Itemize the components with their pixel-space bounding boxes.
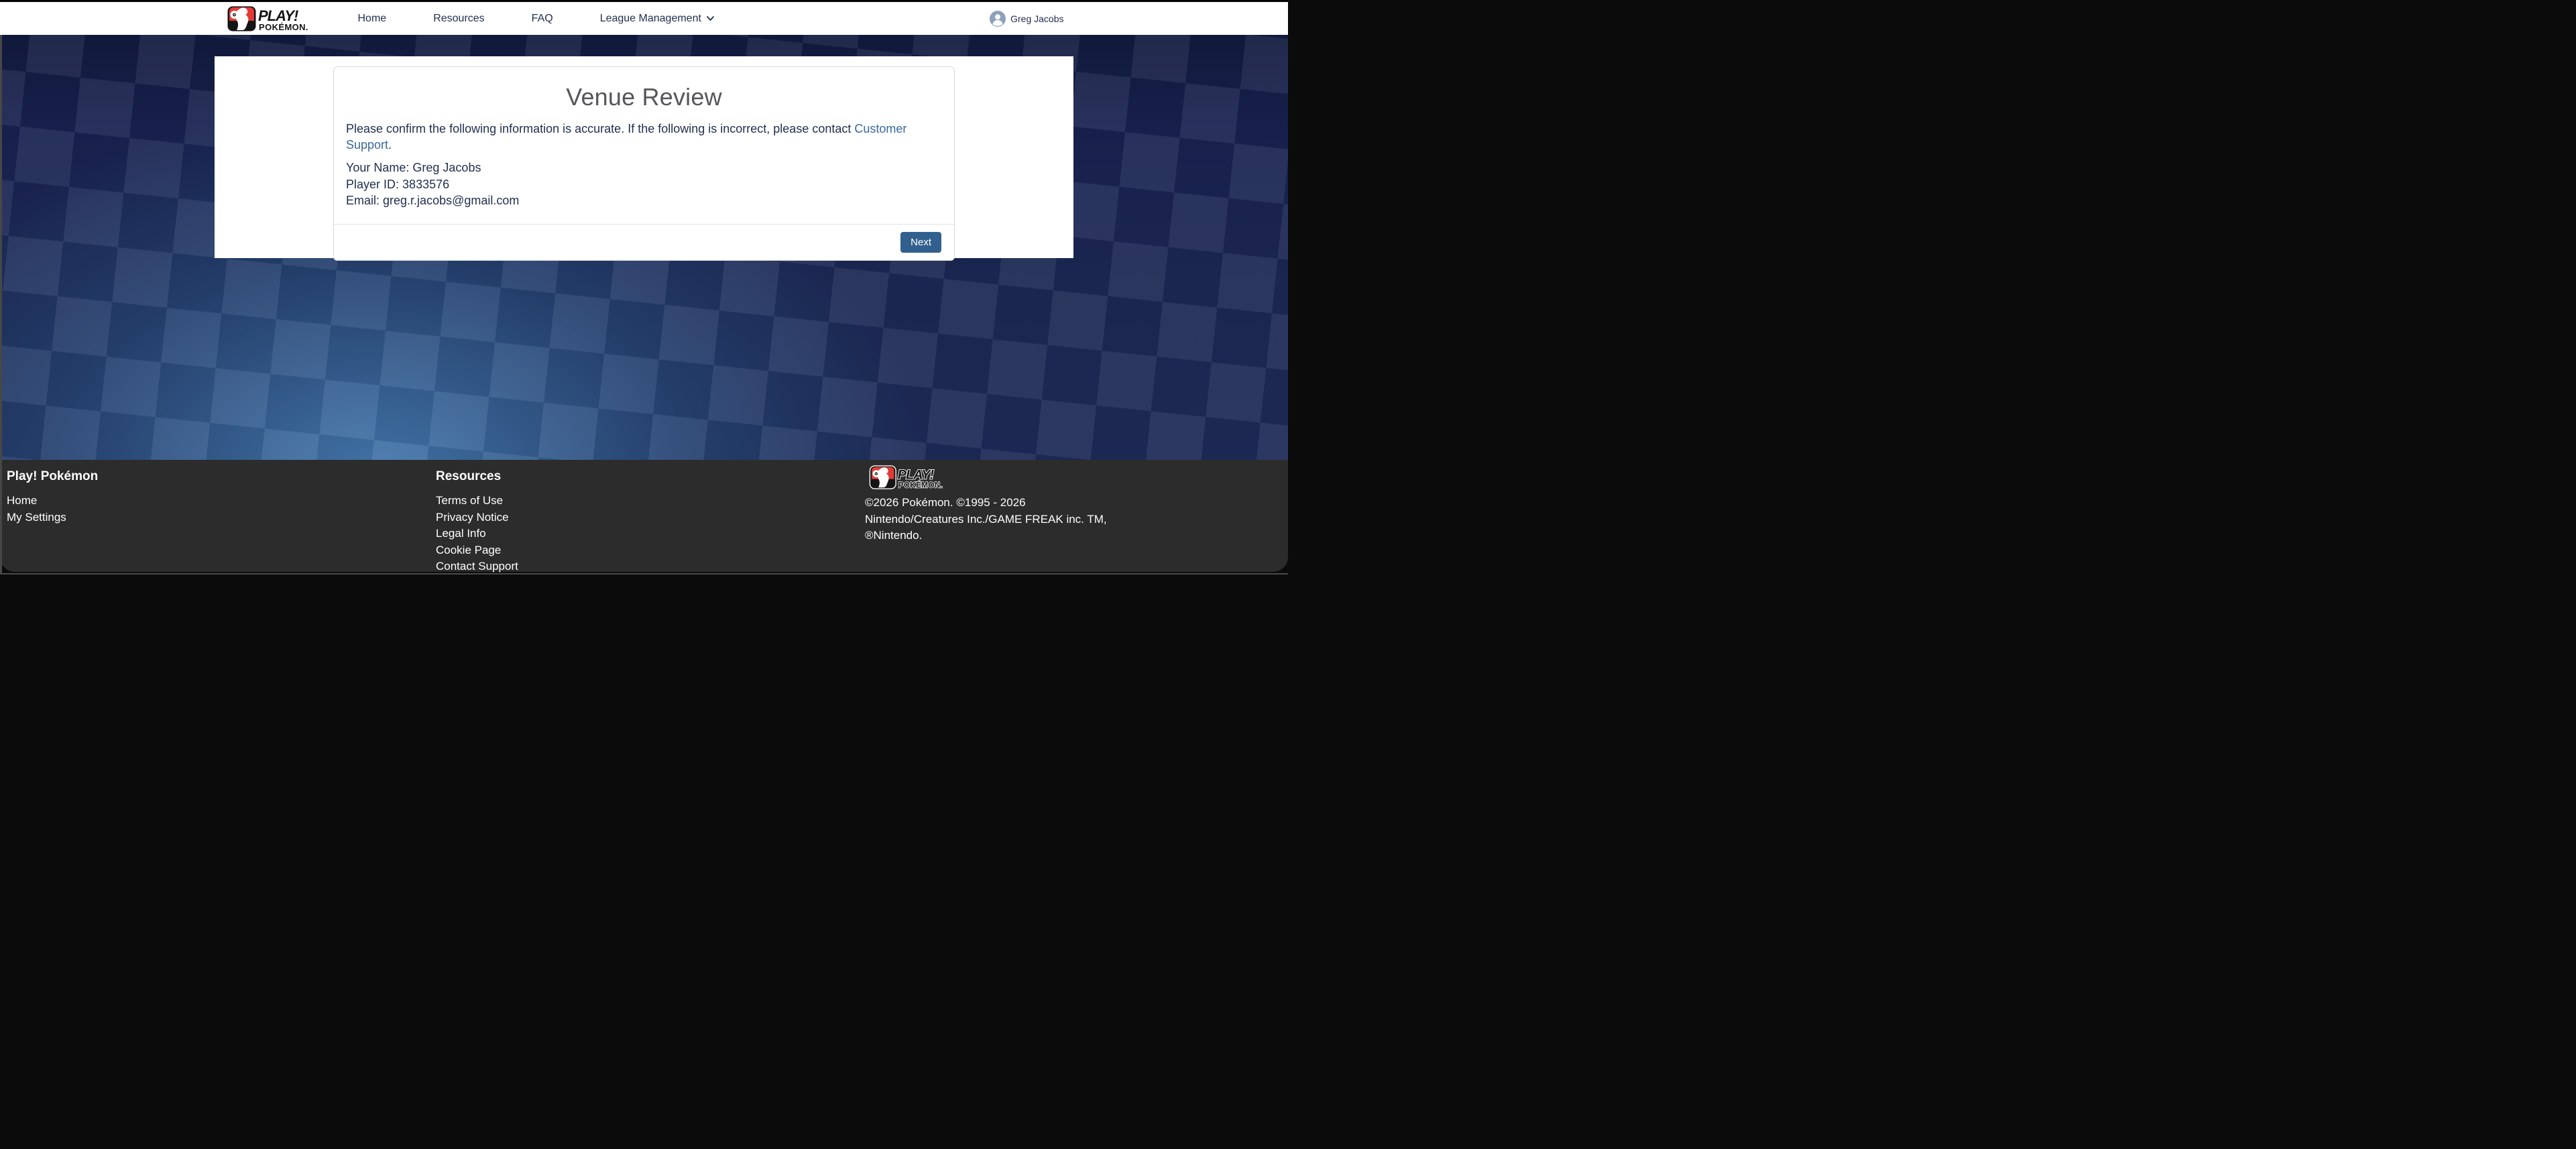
nav-link-faq[interactable]: FAQ	[532, 13, 553, 25]
play-pokemon-logo-icon: PLAY! POKÉMON.	[227, 5, 327, 32]
nav-link-league-management-label: League Management	[600, 13, 701, 25]
logo-pokemon-text: POKÉMON.	[259, 22, 308, 32]
card-body: Venue Review Please confirm the followin…	[334, 67, 954, 224]
copyright-line-2: Nintendo/Creatures Inc./GAME FREAK inc. …	[865, 511, 1107, 528]
footer-logo-play-text: PLAY!	[898, 468, 935, 483]
main-content: Venue Review Please confirm the followin…	[215, 56, 1073, 258]
user-name: Greg Jacobs	[1010, 13, 1063, 24]
footer: Play! Pokémon Home My Settings Resources…	[0, 460, 1288, 574]
nav-links: Home Resources FAQ League Management	[358, 13, 715, 25]
field-player-id-label: Player ID:	[346, 178, 399, 191]
footer-link-cookie-page[interactable]: Cookie Page	[436, 542, 518, 559]
nav-link-faq-label: FAQ	[532, 13, 553, 25]
field-email-label: Email:	[346, 194, 379, 207]
card-footer: Next	[334, 224, 954, 260]
play-pokemon-logo[interactable]: PLAY! POKÉMON.	[227, 5, 327, 32]
footer-play-pokemon-logo-icon: PLAY! POKÉMON.	[865, 465, 964, 489]
footer-logo-pokemon-text: POKÉMON.	[898, 481, 943, 489]
confirm-text: Please confirm the following information…	[346, 121, 942, 153]
confirm-text-after: .	[388, 138, 392, 152]
footer-link-my-settings[interactable]: My Settings	[7, 509, 98, 526]
field-your-name-value: Greg Jacobs	[412, 161, 481, 174]
footer-link-privacy-notice[interactable]: Privacy Notice	[436, 509, 518, 526]
footer-heading-resources: Resources	[436, 469, 518, 484]
nav-link-resources[interactable]: Resources	[433, 13, 484, 25]
footer-link-terms-of-use[interactable]: Terms of Use	[436, 493, 518, 509]
user-menu[interactable]: Greg Jacobs	[990, 11, 1063, 27]
page: PLAY! POKÉMON. Home Resources FAQ League…	[0, 0, 1288, 574]
field-your-name: Your Name: Greg Jacobs	[346, 160, 942, 176]
footer-link-home[interactable]: Home	[7, 493, 98, 509]
confirm-text-before: Please confirm the following information…	[346, 122, 854, 135]
nav-link-league-management[interactable]: League Management	[600, 13, 715, 25]
venue-review-card: Venue Review Please confirm the followin…	[333, 66, 955, 261]
next-button[interactable]: Next	[900, 232, 941, 253]
field-player-id: Player ID: 3833576	[346, 176, 942, 193]
footer-heading-play-pokemon: Play! Pokémon	[7, 469, 98, 484]
nav-link-home[interactable]: Home	[358, 13, 387, 25]
copyright-line-1: ©2026 Pokémon. ©1995 - 2026	[865, 495, 1107, 511]
footer-column-play-pokemon: Play! Pokémon Home My Settings	[7, 469, 98, 526]
nav-link-resources-label: Resources	[433, 13, 484, 25]
copyright-line-3: ®Nintendo.	[865, 528, 1107, 544]
field-email-value: greg.r.jacobs@gmail.com	[383, 194, 519, 207]
field-player-id-value: 3833576	[402, 178, 449, 191]
chevron-down-icon	[706, 15, 715, 21]
avatar-icon	[990, 11, 1006, 27]
footer-column-resources: Resources Terms of Use Privacy Notice Le…	[436, 469, 518, 575]
nav-container: PLAY! POKÉMON. Home Resources FAQ League…	[215, 2, 1074, 35]
footer-column-legal: PLAY! POKÉMON. ©2026 Pokémon. ©1995 - 20…	[865, 465, 1107, 544]
field-email: Email: greg.r.jacobs@gmail.com	[346, 192, 942, 209]
page-title: Venue Review	[346, 83, 942, 111]
footer-panel: Play! Pokémon Home My Settings Resources…	[0, 460, 1288, 572]
copyright-text: ©2026 Pokémon. ©1995 - 2026 Nintendo/Cre…	[865, 495, 1107, 544]
nav-link-home-label: Home	[358, 13, 387, 25]
footer-link-legal-info[interactable]: Legal Info	[436, 526, 518, 542]
window-edge	[0, 35, 2, 574]
footer-link-contact-support[interactable]: Contact Support	[436, 558, 518, 575]
top-nav: PLAY! POKÉMON. Home Resources FAQ League…	[0, 0, 1288, 35]
player-info: Your Name: Greg Jacobs Player ID: 383357…	[346, 160, 942, 209]
field-your-name-label: Your Name:	[346, 161, 409, 174]
